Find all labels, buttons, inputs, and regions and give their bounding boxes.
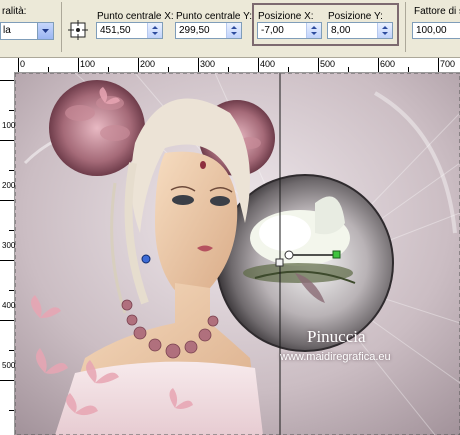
ruler-top-tick: 200 bbox=[140, 59, 156, 69]
position-y-input[interactable]: 8,00 bbox=[327, 22, 393, 39]
center-point-button[interactable] bbox=[68, 20, 88, 40]
vertical-ruler: 100 200 300 400 500 bbox=[0, 72, 15, 435]
position-y-label: Posizione Y: bbox=[328, 11, 383, 22]
ruler-top-tick: 600 bbox=[380, 59, 396, 69]
center-point-icon bbox=[68, 20, 88, 40]
ruler-top-tick: 400 bbox=[260, 59, 276, 69]
scale-factor-input[interactable]: 100,00 bbox=[412, 22, 460, 39]
position-x-value: -7,00 bbox=[261, 25, 284, 36]
center-y-label: Punto centrale Y: bbox=[176, 11, 252, 22]
dropdown-arrow-icon[interactable] bbox=[37, 23, 53, 39]
ruler-top-tick: 300 bbox=[200, 59, 216, 69]
spinner-arrows-icon[interactable] bbox=[377, 23, 392, 38]
artwork-illustration bbox=[15, 73, 460, 435]
position-x-label: Posizione X: bbox=[258, 11, 314, 22]
center-y-input[interactable]: 299,50 bbox=[175, 22, 242, 39]
center-x-label: Punto centrale X: bbox=[97, 11, 174, 22]
center-x-input[interactable]: 451,50 bbox=[96, 22, 163, 39]
image-canvas[interactable]: Pinuccia www.maidiregrafica.eu bbox=[15, 73, 460, 435]
scale-factor-label: Fattore di s bbox=[414, 6, 460, 17]
quality-dropdown[interactable]: la bbox=[0, 22, 54, 40]
watermark-url: www.maidiregrafica.eu bbox=[280, 351, 391, 363]
ruler-top-tick: 500 bbox=[320, 59, 336, 69]
ruler-top-tick: 0 bbox=[20, 59, 26, 69]
tool-options-toolbar: ralità: la Punto centrale X: 451,50 Punt… bbox=[0, 0, 460, 58]
center-y-value: 299,50 bbox=[179, 25, 210, 36]
position-y-value: 8,00 bbox=[331, 25, 351, 36]
watermark-name: Pinuccia bbox=[307, 327, 366, 346]
ruler-top-tick: 700 bbox=[440, 59, 456, 69]
scale-factor-value: 100,00 bbox=[416, 25, 447, 36]
ruler-top-tick: 100 bbox=[80, 59, 96, 69]
position-x-input[interactable]: -7,00 bbox=[257, 22, 322, 39]
spinner-arrows-icon[interactable] bbox=[226, 23, 241, 38]
spinner-arrows-icon[interactable] bbox=[306, 23, 321, 38]
horizontal-ruler: 0 100 200 300 400 500 600 700 bbox=[0, 58, 460, 73]
ruler-left-tick: 100 bbox=[2, 121, 16, 130]
quality-dropdown-value: la bbox=[3, 25, 11, 36]
ruler-left-tick: 200 bbox=[2, 181, 16, 190]
ruler-left-tick: 500 bbox=[2, 361, 16, 370]
spinner-arrows-icon[interactable] bbox=[147, 23, 162, 38]
quality-label: ralità: bbox=[2, 6, 27, 17]
ruler-left-tick: 300 bbox=[2, 241, 16, 250]
ruler-left-tick: 400 bbox=[2, 301, 16, 310]
center-x-value: 451,50 bbox=[100, 25, 131, 36]
